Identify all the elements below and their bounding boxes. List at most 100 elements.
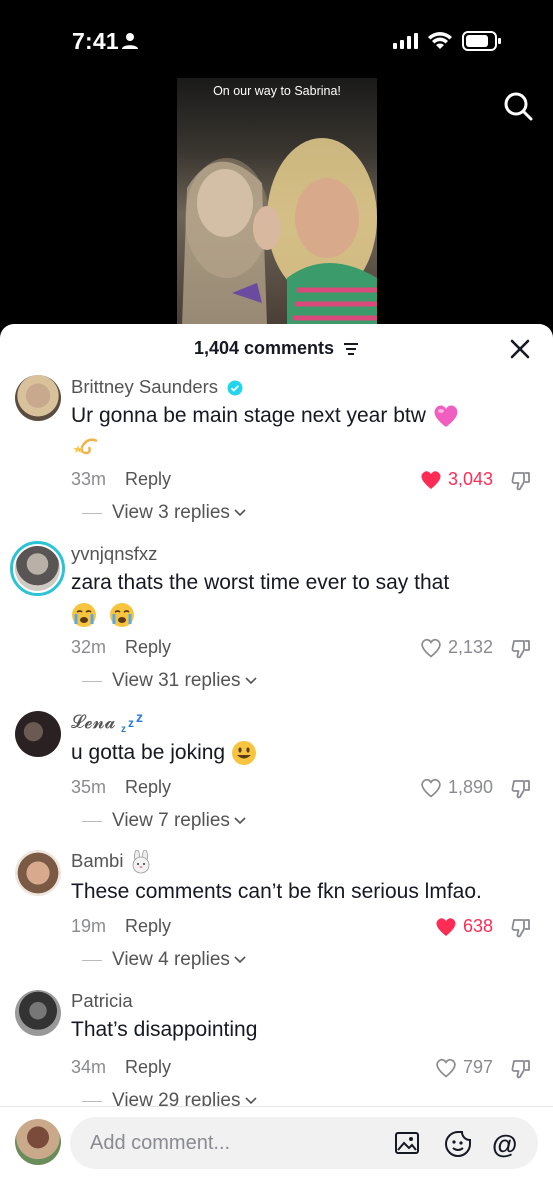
dislike-icon[interactable]: [511, 1058, 533, 1080]
dislike-icon[interactable]: [511, 470, 533, 492]
divider-line: [82, 959, 102, 961]
view-replies-label[interactable]: View 7 replies: [112, 810, 230, 832]
comment-age: 19m: [71, 916, 107, 936]
comment-text-content: u gotta be joking: [71, 741, 226, 764]
wifi-icon: [428, 32, 452, 49]
chevron-down-icon: [234, 509, 246, 517]
like-button[interactable]: 1,890: [420, 777, 493, 798]
view-replies-button[interactable]: View 31 replies: [82, 670, 257, 692]
comment-meta: 33m Reply: [71, 469, 171, 490]
cellular-signal-icon: [393, 33, 418, 49]
dizzy-emoji: [73, 438, 98, 455]
comment-username[interactable]: yvnjqnsfxz: [71, 543, 157, 565]
view-replies-button[interactable]: View 7 replies: [82, 810, 246, 832]
svg-text:z: z: [128, 716, 134, 730]
avatar[interactable]: [15, 711, 61, 757]
avatar[interactable]: [15, 375, 61, 421]
comment-age: 33m: [71, 469, 107, 489]
comment-text-content: These comments can’t be fkn serious lmfa…: [71, 880, 482, 903]
comment-text: zara thats the worst time ever to say th…: [71, 567, 531, 631]
sort-filter-icon[interactable]: [343, 342, 359, 356]
search-icon[interactable]: [502, 90, 534, 122]
like-button[interactable]: 2,132: [420, 637, 493, 658]
grinning-face-emoji: [231, 741, 256, 766]
comment-meta: 19m Reply: [71, 916, 171, 937]
comment-text-content: That’s disappointing: [71, 1018, 258, 1041]
comments-header: 1,404 comments: [0, 324, 553, 372]
like-count: 638: [462, 916, 493, 936]
heart-outline-icon: [421, 778, 441, 798]
video-frame: [182, 138, 377, 326]
comment-username[interactable]: Bambi: [71, 850, 153, 874]
clock: 7:41: [72, 28, 119, 54]
comments-sheet: 1,404 comments Brittney Saunders Ur gonn…: [0, 324, 553, 1200]
heart-filled-icon: [436, 917, 456, 936]
reply-button[interactable]: Reply: [125, 777, 171, 797]
dislike-icon[interactable]: [511, 917, 533, 939]
avatar[interactable]: [10, 541, 65, 596]
chevron-down-icon: [244, 677, 257, 685]
username-text[interactable]: Bambi: [71, 850, 123, 871]
view-replies-label[interactable]: View 4 replies: [112, 949, 230, 971]
comment-text: u gotta be joking: [71, 737, 531, 769]
view-replies-button[interactable]: View 3 replies: [82, 502, 246, 524]
like-count: 797: [462, 1057, 493, 1077]
video-preview[interactable]: On our way to Sabrina!: [177, 78, 377, 326]
like-button[interactable]: 3,043: [420, 469, 493, 490]
view-replies-button[interactable]: View 4 replies: [82, 949, 246, 971]
comment-username[interactable]: Patricia: [71, 990, 133, 1012]
svg-text:z: z: [121, 724, 126, 734]
image-icon[interactable]: [394, 1131, 420, 1155]
username-text[interactable]: 𝓛𝓮𝓷𝓪: [71, 711, 116, 732]
heart-outline-icon: [436, 1058, 456, 1078]
comment-username[interactable]: 𝓛𝓮𝓷𝓪 z z z: [71, 711, 147, 734]
crying-face-emoji: [72, 603, 96, 628]
username-text[interactable]: yvnjqnsfxz: [71, 543, 157, 564]
comment-item: Bambi These comments can’t be fkn seriou…: [0, 846, 553, 986]
comment-age: 35m: [71, 777, 107, 797]
emoji-picker-icon[interactable]: [444, 1130, 472, 1158]
comment-username[interactable]: Brittney Saunders: [71, 376, 243, 398]
username-text[interactable]: Patricia: [71, 990, 133, 1011]
like-button[interactable]: 638: [435, 916, 493, 937]
comment-text-content: zara thats the worst time ever to say th…: [71, 571, 450, 594]
comment-age: 32m: [71, 637, 107, 657]
reply-button[interactable]: Reply: [125, 637, 171, 657]
like-button[interactable]: 797: [435, 1057, 493, 1078]
divider-line: [82, 1100, 102, 1102]
battery-icon: [462, 31, 501, 51]
video-caption: On our way to Sabrina!: [213, 84, 341, 98]
divider-line: [82, 820, 102, 822]
username-text[interactable]: Brittney Saunders: [71, 376, 218, 397]
reply-button[interactable]: Reply: [125, 916, 171, 936]
comments-count-label: 1,404 comments: [193, 338, 335, 358]
comment-text: These comments can’t be fkn serious lmfa…: [71, 876, 531, 908]
dislike-icon[interactable]: [511, 778, 533, 800]
avatar[interactable]: [15, 850, 61, 896]
heart-outline-icon: [421, 638, 441, 658]
close-icon[interactable]: [509, 338, 531, 360]
my-avatar[interactable]: [15, 1119, 61, 1165]
reply-button[interactable]: Reply: [125, 469, 171, 489]
comment-meta: 35m Reply: [71, 777, 171, 798]
comment-meta: 32m Reply: [71, 637, 171, 658]
comments-count: 1,404 comments: [0, 338, 553, 359]
mention-icon[interactable]: @: [492, 1129, 517, 1160]
status-bar: 7:41: [0, 0, 553, 80]
view-replies-label[interactable]: View 3 replies: [112, 502, 230, 524]
svg-text:z: z: [136, 712, 143, 725]
like-count: 2,132: [447, 637, 493, 657]
dislike-icon[interactable]: [511, 638, 533, 660]
pink-heart-emoji: [434, 405, 458, 428]
view-replies-label[interactable]: View 31 replies: [112, 670, 241, 692]
comment-item: Brittney Saunders Ur gonna be main stage…: [0, 372, 553, 537]
heart-filled-icon: [421, 470, 441, 489]
comment-item: Patricia That’s disappointing 34m Reply …: [0, 986, 553, 1111]
chevron-down-icon: [234, 817, 246, 825]
comment-text-content: Ur gonna be main stage next year btw: [71, 404, 426, 427]
reply-button[interactable]: Reply: [125, 1057, 171, 1077]
avatar[interactable]: [15, 990, 61, 1036]
verified-badge-icon: [227, 380, 243, 396]
like-count: 1,890: [447, 777, 493, 797]
comment-composer: @: [0, 1106, 553, 1200]
